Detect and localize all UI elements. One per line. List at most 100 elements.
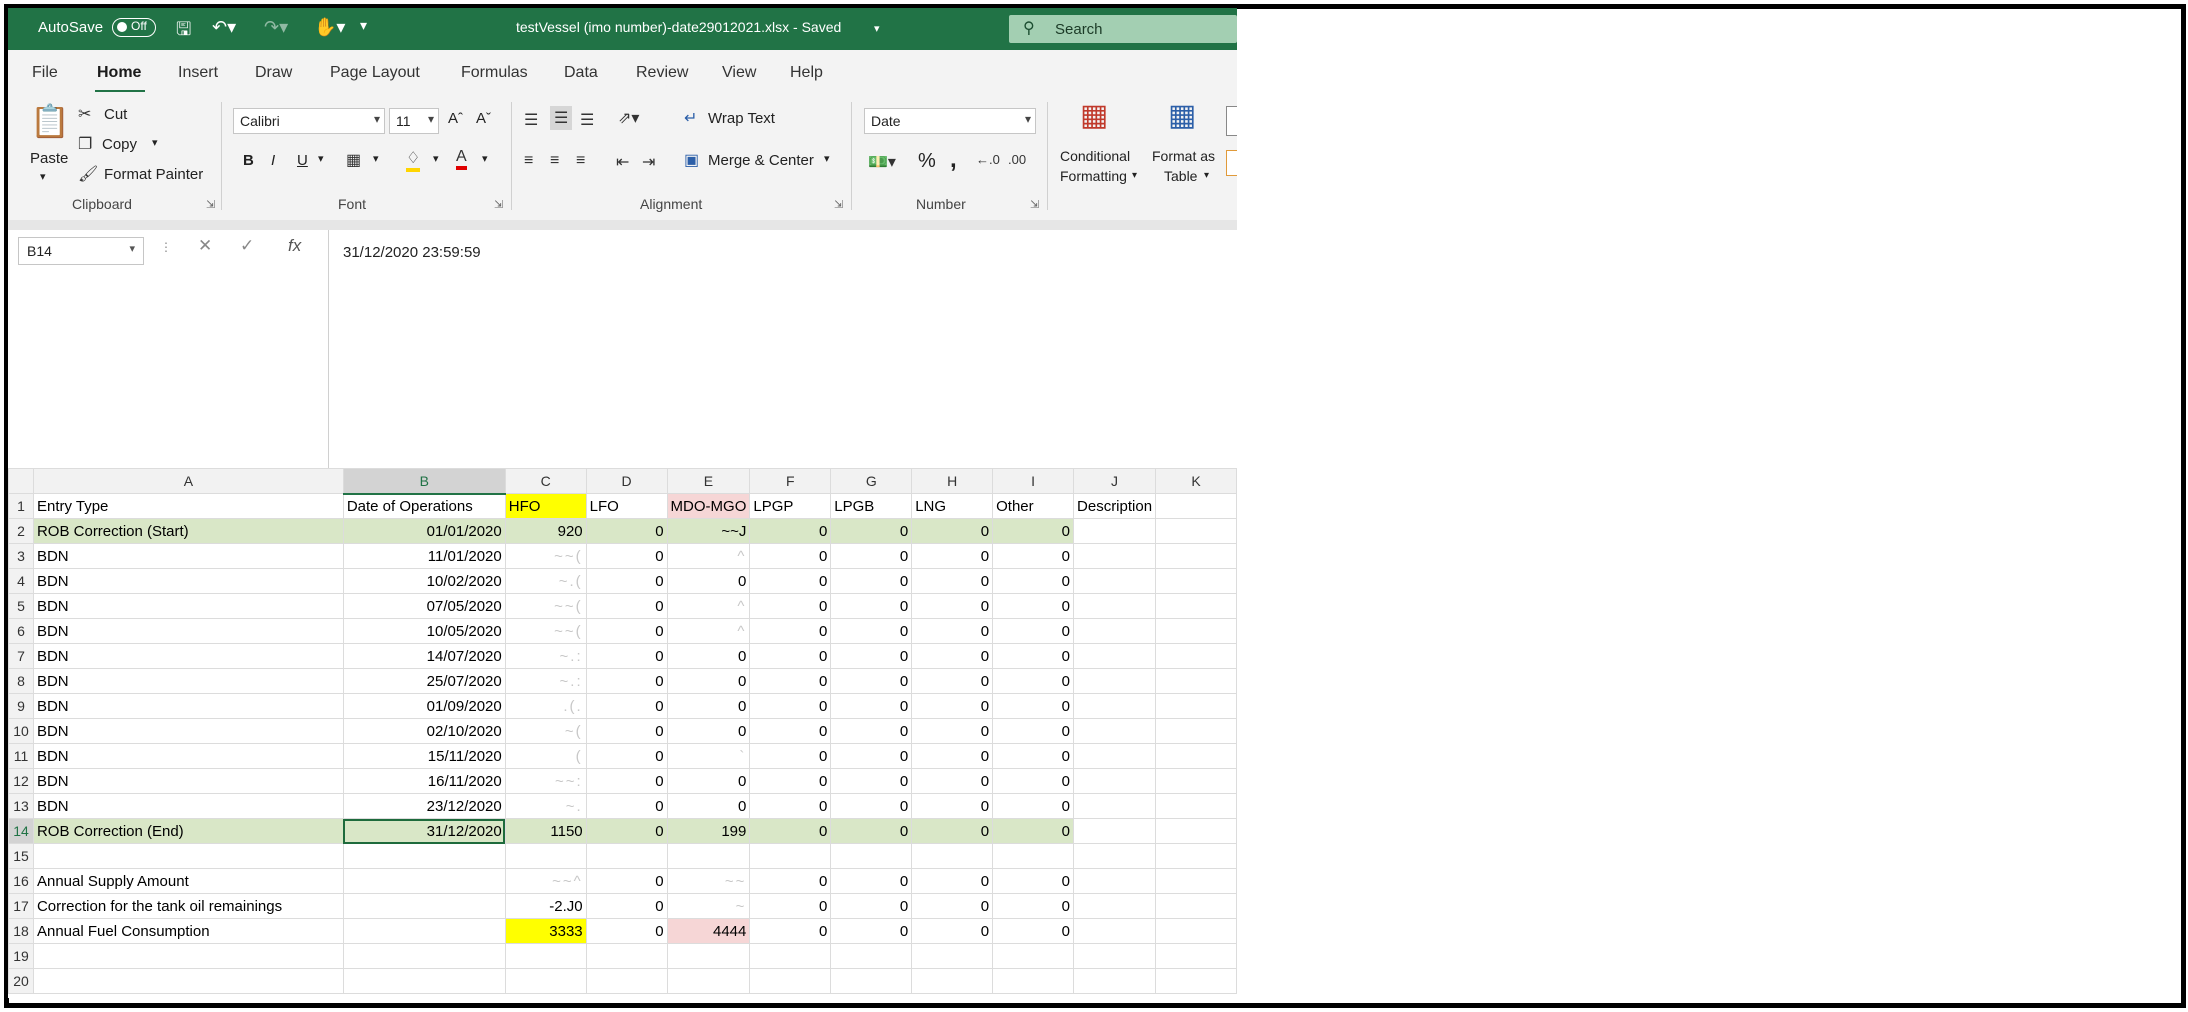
italic-button[interactable]: I (271, 152, 275, 169)
cell-c8[interactable]: ~.: (504, 668, 587, 694)
cell-f16[interactable]: 0 (749, 868, 832, 894)
decrease-indent-icon[interactable]: ⇤ (616, 152, 629, 172)
cell-c20[interactable] (504, 968, 587, 994)
increase-indent-icon[interactable]: ⇥ (642, 152, 655, 172)
cell-h10[interactable]: 0 (911, 718, 994, 744)
cell-c17[interactable]: -2.J0 (504, 893, 587, 919)
cell-a11[interactable]: BDN (32, 743, 344, 769)
row-header[interactable]: 5 (8, 593, 34, 619)
cell-d20[interactable] (585, 968, 668, 994)
cell-h19[interactable] (911, 943, 994, 969)
wrap-text-button[interactable]: Wrap Text (708, 110, 775, 127)
cell-b1[interactable]: Date of Operations (342, 493, 506, 519)
tab-file[interactable]: File (32, 64, 58, 82)
tab-home[interactable]: Home (97, 64, 141, 82)
cell-j14[interactable] (1073, 818, 1157, 844)
cell-h18[interactable]: 0 (911, 918, 994, 944)
row-header[interactable]: 4 (8, 568, 34, 594)
cell-f13[interactable]: 0 (749, 793, 832, 819)
cell-j2[interactable] (1073, 518, 1157, 544)
cell-a9[interactable]: BDN (32, 693, 344, 719)
cell-g14[interactable]: 0 (830, 818, 913, 844)
cell-k10[interactable] (1155, 718, 1237, 744)
cell-k2[interactable] (1155, 518, 1237, 544)
cell-c12[interactable]: ~~: (504, 768, 587, 794)
chevron-down-icon[interactable]: ▾ (874, 22, 880, 35)
cell-a19[interactable] (32, 943, 344, 969)
cell-styles-preview[interactable] (1226, 106, 1237, 136)
cell-k18[interactable] (1155, 918, 1237, 944)
cell-d9[interactable]: 0 (585, 693, 668, 719)
cell-j6[interactable] (1073, 618, 1157, 644)
cell-j10[interactable] (1073, 718, 1157, 744)
cell-j17[interactable] (1073, 893, 1157, 919)
cell-f12[interactable]: 0 (749, 768, 832, 794)
cell-a20[interactable] (32, 968, 344, 994)
touch-mode-icon[interactable]: ✋▾ (314, 17, 345, 38)
align-bottom-icon[interactable]: ☰ (580, 110, 594, 130)
row-header[interactable]: 10 (8, 718, 34, 744)
cell-g13[interactable]: 0 (830, 793, 913, 819)
cell-e6[interactable]: ^ (666, 618, 751, 644)
select-all-corner[interactable] (8, 468, 34, 494)
cell-d2[interactable]: 0 (585, 518, 668, 544)
formula-input[interactable]: 31/12/2020 23:59:59 (328, 230, 1237, 468)
row-header[interactable]: 3 (8, 543, 34, 569)
cell-b7[interactable]: 14/07/2020 (342, 643, 506, 669)
cell-j8[interactable] (1073, 668, 1157, 694)
cell-j19[interactable] (1073, 943, 1157, 969)
cell-j7[interactable] (1073, 643, 1157, 669)
cell-d11[interactable]: 0 (585, 743, 668, 769)
cell-g16[interactable]: 0 (830, 868, 913, 894)
cell-h3[interactable]: 0 (911, 543, 994, 569)
cell-h7[interactable]: 0 (911, 643, 994, 669)
cell-k12[interactable] (1155, 768, 1237, 794)
cell-h2[interactable]: 0 (911, 518, 994, 544)
format-as-table-label2[interactable]: Table (1164, 168, 1197, 184)
increase-decimal-icon[interactable]: ←.0 (976, 152, 1000, 167)
cell-e13[interactable]: 0 (666, 793, 751, 819)
tab-help[interactable]: Help (790, 64, 823, 82)
row-header[interactable]: 18 (8, 918, 34, 944)
cell-i6[interactable]: 0 (992, 618, 1075, 644)
cell-h6[interactable]: 0 (911, 618, 994, 644)
cell-k6[interactable] (1155, 618, 1237, 644)
borders-dropdown-icon[interactable]: ▾ (373, 152, 379, 165)
cell-b11[interactable]: 15/11/2020 (342, 743, 506, 769)
cell-e4[interactable]: 0 (666, 568, 751, 594)
copy-dropdown-icon[interactable]: ▾ (152, 136, 158, 149)
alignment-launcher-icon[interactable]: ⇲ (834, 198, 843, 211)
tab-review[interactable]: Review (636, 64, 688, 82)
cell-i5[interactable]: 0 (992, 593, 1075, 619)
cell-d6[interactable]: 0 (585, 618, 668, 644)
cell-i3[interactable]: 0 (992, 543, 1075, 569)
align-middle-icon[interactable]: ☰ (550, 106, 573, 130)
cell-h17[interactable]: 0 (911, 893, 994, 919)
cell-i8[interactable]: 0 (992, 668, 1075, 694)
row-header[interactable]: 17 (8, 893, 34, 919)
row-header[interactable]: 8 (8, 668, 34, 694)
row-header[interactable]: 19 (8, 943, 34, 969)
accounting-format-icon[interactable]: 💵▾ (868, 152, 896, 172)
cell-a1[interactable]: Entry Type (32, 493, 344, 519)
cell-a16[interactable]: Annual Supply Amount (32, 868, 344, 894)
orientation-icon[interactable]: ⇗▾ (618, 108, 639, 128)
cell-a2[interactable]: ROB Correction (Start) (32, 518, 344, 544)
cell-d10[interactable]: 0 (585, 718, 668, 744)
cell-j9[interactable] (1073, 693, 1157, 719)
cell-g5[interactable]: 0 (830, 593, 913, 619)
cell-d1[interactable]: LFO (585, 493, 668, 519)
borders-icon[interactable]: ▦ (346, 150, 361, 170)
column-header-e[interactable]: E (666, 468, 751, 494)
cell-g7[interactable]: 0 (830, 643, 913, 669)
chevron-down-icon[interactable]: ▾ (1204, 170, 1209, 181)
decrease-decimal-icon[interactable]: .00 (1008, 152, 1026, 167)
cell-g20[interactable] (830, 968, 913, 994)
cell-j4[interactable] (1073, 568, 1157, 594)
cell-g1[interactable]: LPGB (830, 493, 913, 519)
cell-c6[interactable]: ~~( (504, 618, 587, 644)
cell-e20[interactable] (666, 968, 751, 994)
cell-f20[interactable] (749, 968, 832, 994)
cell-j12[interactable] (1073, 768, 1157, 794)
column-header-i[interactable]: I (992, 468, 1075, 494)
